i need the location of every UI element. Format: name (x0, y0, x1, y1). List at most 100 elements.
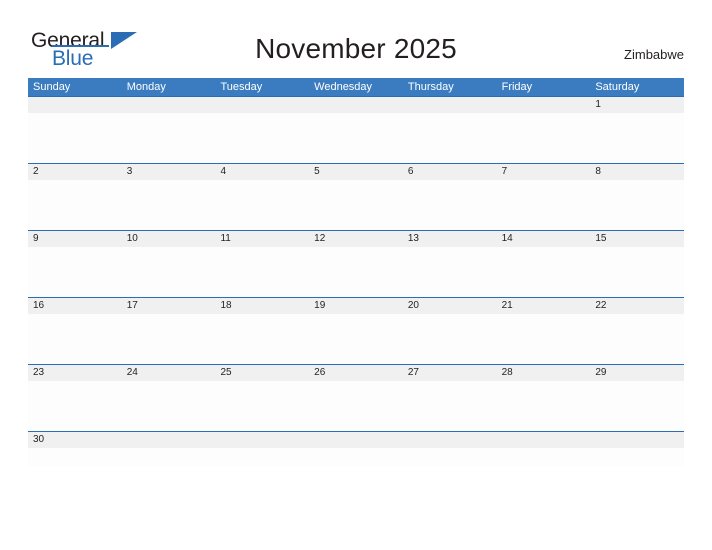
day-number[interactable]: 30 (28, 432, 122, 448)
weekday-header-monday: Monday (126, 81, 166, 93)
week-row: 30 (28, 431, 684, 466)
day-number[interactable]: 6 (403, 164, 497, 180)
day-events[interactable] (122, 381, 216, 431)
day-events[interactable] (497, 381, 591, 431)
day-number[interactable]: 11 (215, 231, 309, 247)
day-number[interactable]: 20 (403, 298, 497, 314)
day-number[interactable] (215, 97, 309, 113)
day-events[interactable] (403, 448, 497, 466)
day-events[interactable] (309, 448, 403, 466)
day-number[interactable] (403, 432, 497, 448)
day-number[interactable]: 15 (590, 231, 684, 247)
day-events[interactable] (590, 381, 684, 431)
day-number[interactable]: 9 (28, 231, 122, 247)
day-events[interactable] (28, 314, 122, 364)
day-events[interactable] (122, 247, 216, 297)
day-events[interactable] (497, 113, 591, 163)
day-number[interactable]: 2 (28, 164, 122, 180)
day-events[interactable] (215, 113, 309, 163)
day-number[interactable]: 4 (215, 164, 309, 180)
day-events[interactable] (497, 247, 591, 297)
day-number[interactable]: 21 (497, 298, 591, 314)
day-events[interactable] (28, 247, 122, 297)
weekday-header-tuesday: Tuesday (220, 81, 263, 93)
day-events[interactable] (28, 180, 122, 230)
day-number[interactable] (122, 97, 216, 113)
day-number[interactable]: 3 (122, 164, 216, 180)
day-events[interactable] (28, 381, 122, 431)
day-events[interactable] (28, 448, 122, 466)
day-number[interactable]: 5 (309, 164, 403, 180)
week-date-band: 23 24 25 26 27 28 29 (28, 365, 684, 381)
day-events[interactable] (28, 113, 122, 163)
day-events[interactable] (309, 247, 403, 297)
day-events[interactable] (215, 247, 309, 297)
day-number[interactable] (309, 97, 403, 113)
day-number[interactable]: 19 (309, 298, 403, 314)
day-number[interactable]: 18 (215, 298, 309, 314)
day-events[interactable] (309, 381, 403, 431)
week-date-band: 2 3 4 5 6 7 8 (28, 164, 684, 180)
day-events[interactable] (590, 113, 684, 163)
day-number[interactable]: 13 (403, 231, 497, 247)
day-events[interactable] (215, 448, 309, 466)
day-number[interactable]: 7 (497, 164, 591, 180)
week-event-band (28, 448, 684, 466)
country-label: Zimbabwe (624, 47, 684, 62)
week-row: 9 10 11 12 13 14 15 (28, 230, 684, 297)
day-number[interactable]: 16 (28, 298, 122, 314)
weekday-header-sunday: Sunday (33, 81, 71, 93)
day-events[interactable] (590, 448, 684, 466)
day-events[interactable] (590, 180, 684, 230)
day-events[interactable] (403, 113, 497, 163)
week-date-band: 30 (28, 432, 684, 448)
day-number[interactable]: 10 (122, 231, 216, 247)
day-events[interactable] (122, 448, 216, 466)
day-events[interactable] (122, 314, 216, 364)
day-number[interactable] (497, 97, 591, 113)
week-date-band: 16 17 18 19 20 21 22 (28, 298, 684, 314)
day-events[interactable] (215, 381, 309, 431)
day-events[interactable] (497, 180, 591, 230)
weekday-header-saturday: Saturday (595, 81, 640, 93)
day-events[interactable] (403, 314, 497, 364)
page-title: November 2025 (255, 33, 457, 64)
day-events[interactable] (309, 314, 403, 364)
day-number[interactable]: 23 (28, 365, 122, 381)
day-events[interactable] (497, 448, 591, 466)
day-number[interactable]: 12 (309, 231, 403, 247)
day-number[interactable]: 1 (590, 97, 684, 113)
day-number[interactable]: 8 (590, 164, 684, 180)
day-events[interactable] (309, 113, 403, 163)
day-number[interactable] (28, 97, 122, 113)
day-number[interactable]: 22 (590, 298, 684, 314)
week-row: 2 3 4 5 6 7 8 (28, 163, 684, 230)
day-events[interactable] (215, 314, 309, 364)
week-date-band: 1 (28, 97, 684, 113)
day-events[interactable] (122, 180, 216, 230)
day-number[interactable]: 14 (497, 231, 591, 247)
weekday-header-wednesday: Wednesday (314, 81, 373, 93)
day-number[interactable] (403, 97, 497, 113)
day-number[interactable] (497, 432, 591, 448)
day-events[interactable] (403, 247, 497, 297)
day-number[interactable] (215, 432, 309, 448)
day-number[interactable] (309, 432, 403, 448)
day-number[interactable]: 24 (122, 365, 216, 381)
day-number[interactable]: 17 (122, 298, 216, 314)
day-number[interactable] (122, 432, 216, 448)
day-events[interactable] (497, 314, 591, 364)
day-events[interactable] (215, 180, 309, 230)
day-number[interactable]: 25 (215, 365, 309, 381)
day-events[interactable] (309, 180, 403, 230)
day-number[interactable]: 26 (309, 365, 403, 381)
day-events[interactable] (590, 314, 684, 364)
day-events[interactable] (122, 113, 216, 163)
day-number[interactable]: 29 (590, 365, 684, 381)
day-number[interactable]: 27 (403, 365, 497, 381)
day-number[interactable] (590, 432, 684, 448)
day-events[interactable] (403, 180, 497, 230)
day-events[interactable] (590, 247, 684, 297)
day-events[interactable] (403, 381, 497, 431)
day-number[interactable]: 28 (497, 365, 591, 381)
